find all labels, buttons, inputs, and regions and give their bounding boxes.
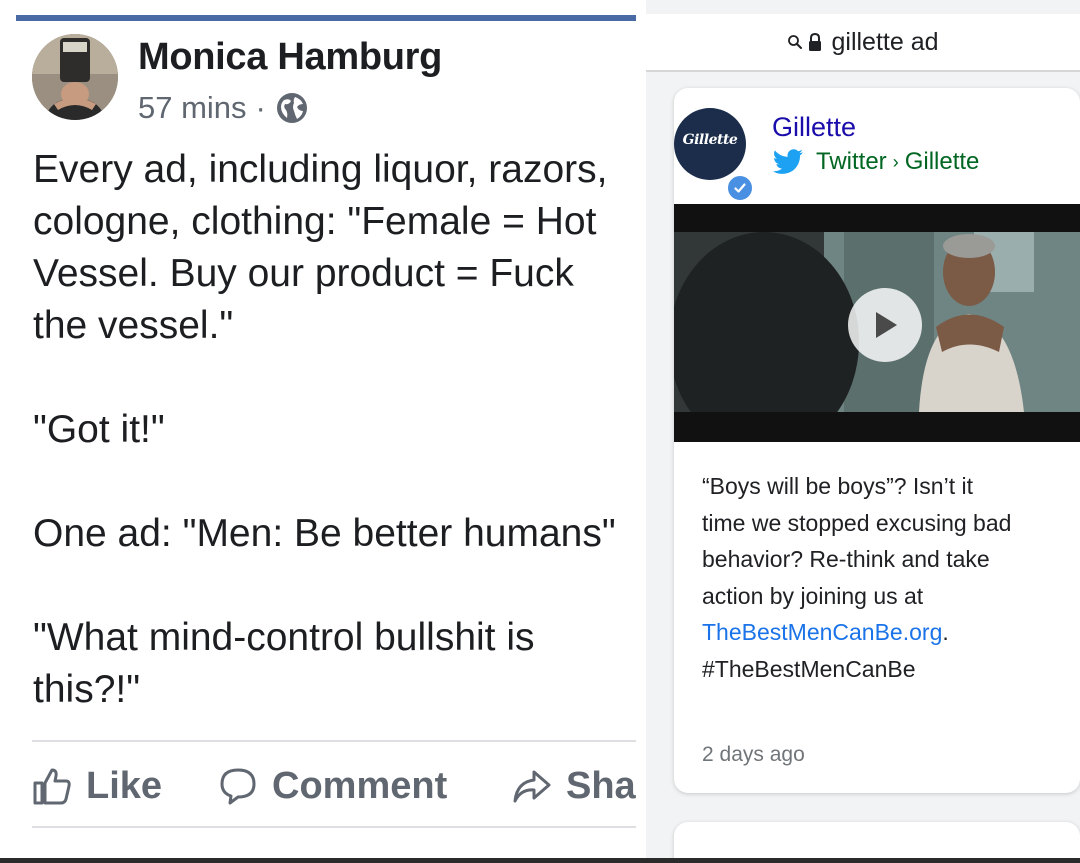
- play-icon: [876, 312, 897, 338]
- post-meta: 57 mins ·: [138, 88, 309, 128]
- source-separator: ›: [892, 151, 899, 172]
- post-text-line: the vessel.": [33, 304, 234, 347]
- verified-badge-icon: [726, 174, 754, 202]
- lock-icon: [809, 32, 822, 51]
- next-result-card[interactable]: [674, 822, 1080, 858]
- post-actions: Like Comment Share: [32, 755, 636, 817]
- tweet-link[interactable]: TheBestMenCanBe.org: [702, 619, 942, 645]
- facebook-post: Monica Hamburg 57 mins · Every ad, inclu…: [0, 0, 646, 863]
- video-thumbnail[interactable]: [674, 204, 1080, 442]
- thumbs-up-icon: [33, 768, 71, 805]
- tweet-hashtag[interactable]: #TheBestMenCanBe: [702, 651, 1062, 688]
- comment-button[interactable]: Comment: [218, 755, 447, 817]
- globe-icon: [276, 93, 307, 123]
- bottom-edge-bar: [0, 858, 1080, 863]
- source-account: Gillette: [904, 148, 980, 175]
- author-avatar[interactable]: [32, 34, 118, 120]
- like-button[interactable]: Like: [32, 755, 162, 817]
- result-title[interactable]: Gillette: [772, 112, 856, 143]
- tweet-line: behavior? Re-think and take: [702, 546, 990, 572]
- like-label: Like: [86, 764, 163, 807]
- tweet-link-suffix: .: [942, 619, 949, 645]
- meta-separator: ·: [255, 90, 266, 125]
- author-name[interactable]: Monica Hamburg: [138, 36, 442, 79]
- post-timestamp[interactable]: 57 mins: [138, 90, 247, 126]
- tweet-line: “Boys will be boys”? Isn’t it: [702, 473, 973, 499]
- post-text-line: One ad: "Men: Be better humans": [33, 512, 616, 555]
- post-body: Every ad, including liquor, razors, colog…: [33, 144, 636, 716]
- posted-time: 2 days ago: [702, 743, 805, 766]
- comment-icon: [220, 768, 256, 805]
- tweet-link-line: TheBestMenCanBe.org.: [702, 614, 1062, 651]
- source-platform: Twitter: [816, 148, 887, 175]
- post-text-line: Vessel. Buy our product = Fuck: [33, 252, 574, 295]
- tweet-text: “Boys will be boys”? Isn’t it time we st…: [702, 468, 1062, 687]
- address-bar-divider: [646, 70, 1080, 72]
- tweet-line: action by joining us at: [702, 582, 924, 609]
- tweet-line: time we stopped excusing bad: [702, 509, 1012, 536]
- post-text-line: [33, 560, 636, 612]
- url-text: gillette ad: [831, 27, 939, 56]
- twitter-bird-icon: [772, 149, 803, 174]
- result-source[interactable]: Twitter › Gillette: [772, 148, 979, 176]
- post-text-line: Every ad, including liquor, razors,: [33, 148, 608, 191]
- actions-divider-top: [32, 740, 636, 742]
- gillette-logo[interactable]: Gillette: [674, 108, 754, 202]
- post-top-accent-bar: [16, 15, 636, 21]
- share-label: Share: [566, 764, 636, 807]
- actions-divider-bottom: [32, 826, 636, 828]
- post-text-line: [33, 352, 636, 404]
- share-icon: [513, 770, 551, 803]
- twitter-result-card[interactable]: Gillette Gillette Twitter › Gillette “Bo…: [674, 88, 1080, 793]
- post-text-line: this?!": [33, 668, 141, 711]
- post-text-line: [33, 456, 636, 508]
- play-button[interactable]: [848, 288, 922, 362]
- share-button[interactable]: Share: [512, 755, 636, 817]
- search-results-panel: gillette ad Gillette Gillette Twitter › …: [646, 0, 1080, 858]
- post-text-line: "What mind-control bullshit is: [33, 616, 535, 659]
- address-bar[interactable]: gillette ad: [646, 14, 1080, 70]
- search-icon: [788, 35, 803, 49]
- post-text-line: "Got it!": [33, 408, 165, 451]
- comment-label: Comment: [272, 764, 448, 807]
- logo-wordmark: Gillette: [682, 132, 738, 148]
- post-text-line: cologne, clothing: "Female = Hot: [33, 200, 597, 243]
